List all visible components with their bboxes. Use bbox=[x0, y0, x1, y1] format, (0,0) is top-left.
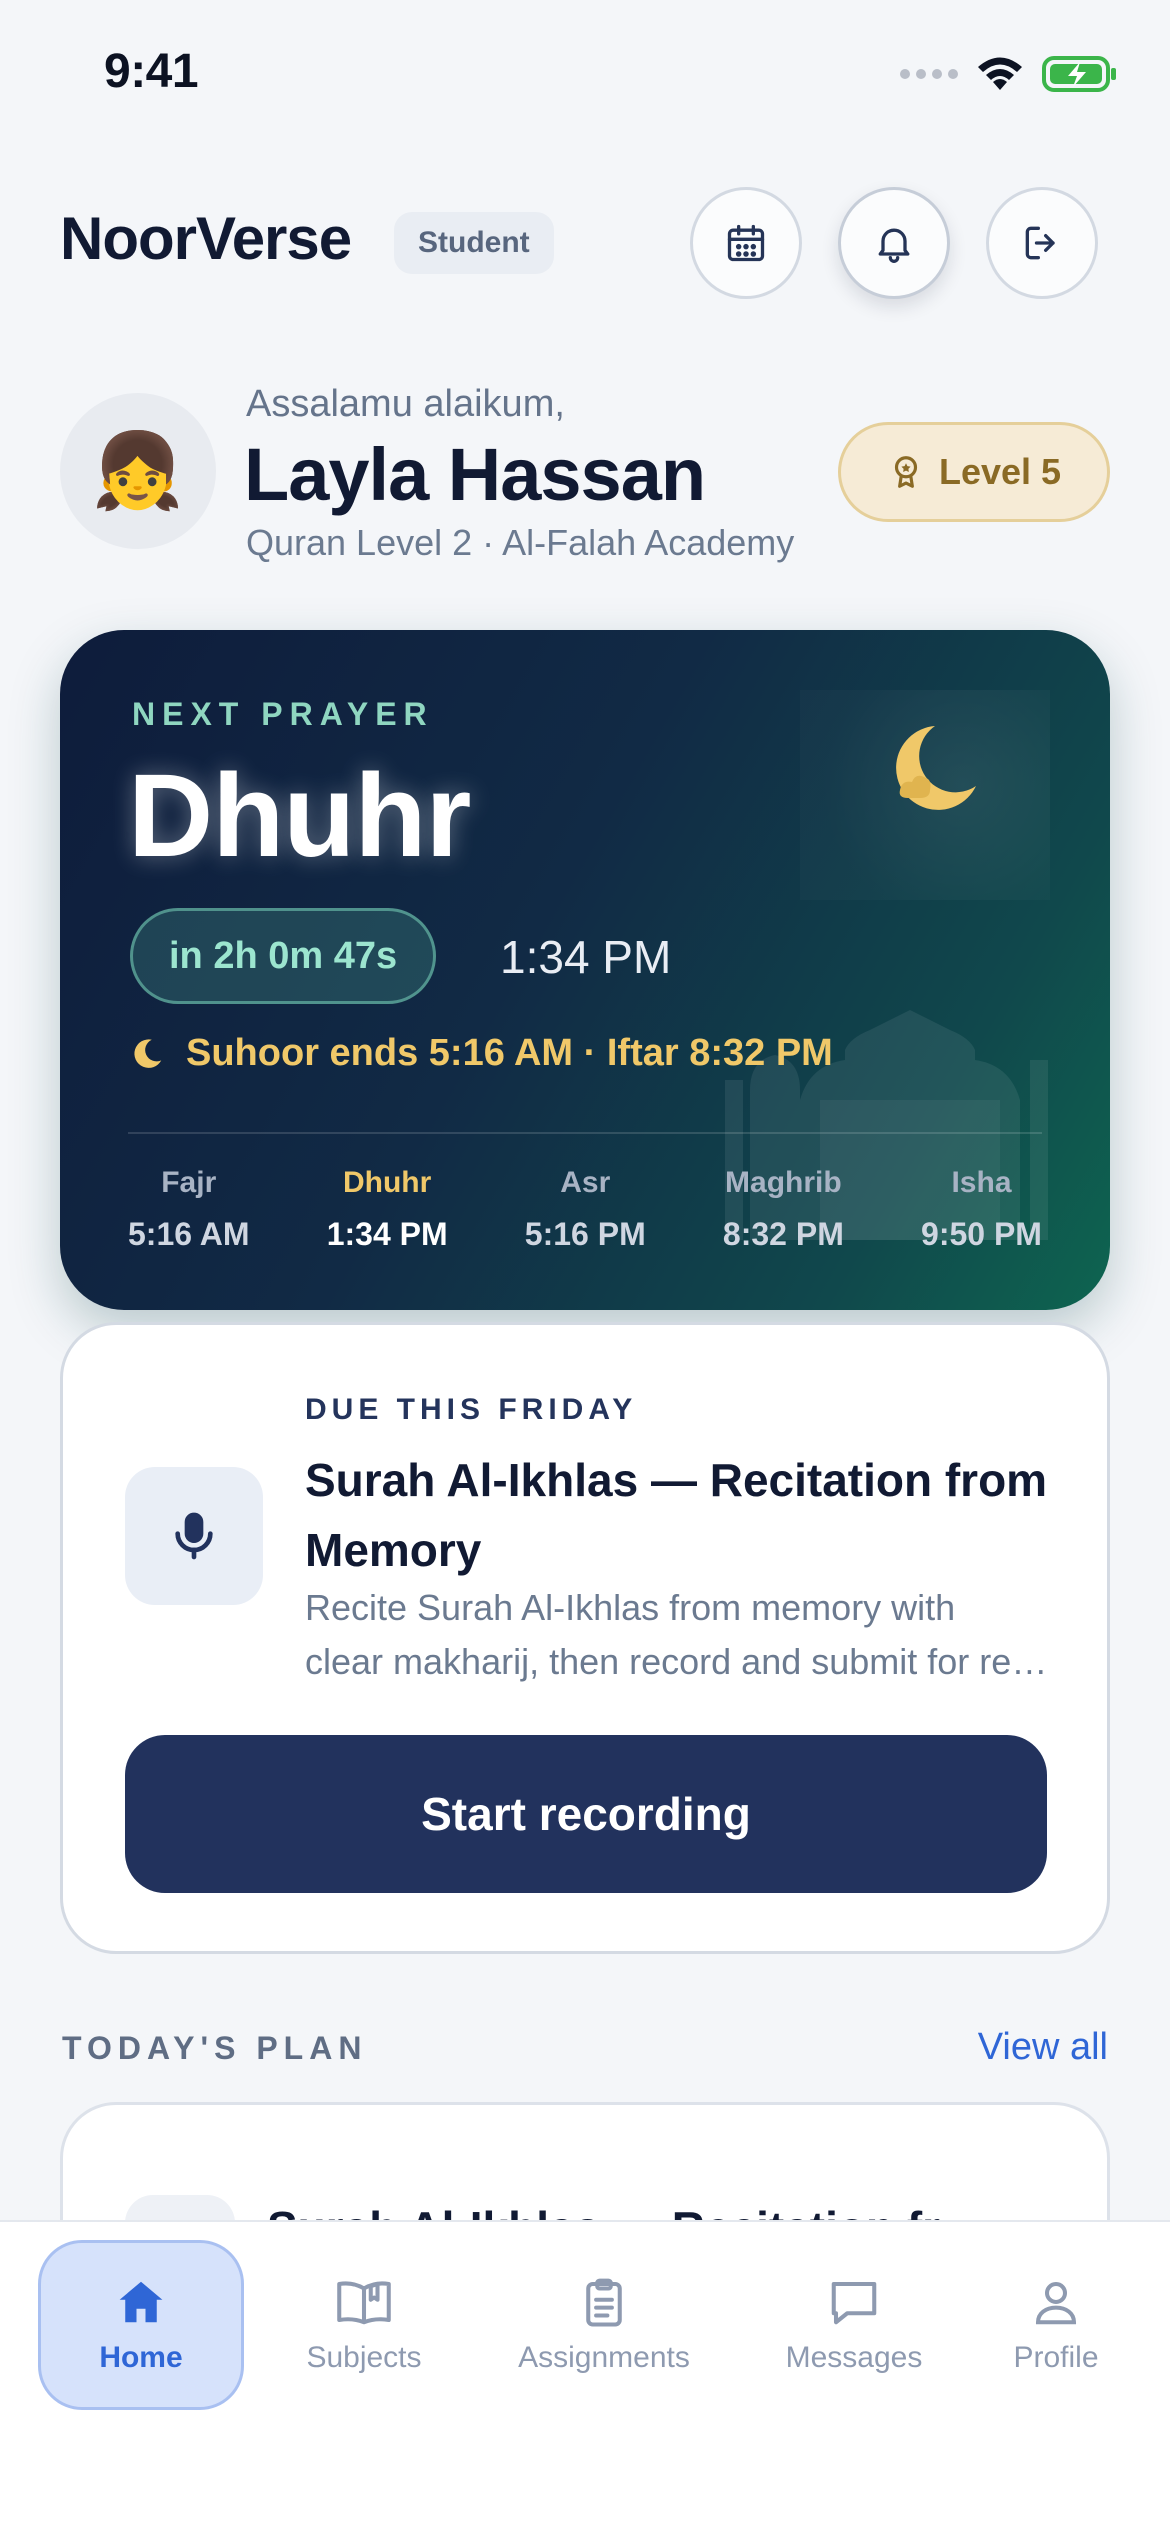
status-indicators bbox=[900, 52, 1118, 96]
tab-messages[interactable]: Messages bbox=[764, 2240, 944, 2410]
tab-label: Assignments bbox=[518, 2341, 690, 2374]
level-label: Level 5 bbox=[938, 451, 1062, 492]
assignment-description-line: clear makharij, then record and submit f… bbox=[305, 1641, 1065, 1682]
role-badge: Student bbox=[394, 212, 554, 274]
book-open-icon bbox=[337, 2281, 391, 2325]
home-icon bbox=[119, 2281, 163, 2323]
prayer-time-value: 5:16 PM bbox=[524, 1216, 646, 1252]
start-recording-button[interactable]: Start recording bbox=[125, 1735, 1047, 1893]
suhoor-iftar-text: Suhoor ends 5:16 AM · Iftar 8:32 PM bbox=[186, 1032, 833, 1074]
logout-icon bbox=[1025, 226, 1055, 260]
prayer-time-value: 1:34 PM bbox=[326, 1216, 448, 1252]
assignment-icon-tile bbox=[125, 1467, 263, 1605]
prayer-times-row: Fajr 5:16 AM Dhuhr 1:34 PM Asr 5:16 PM M… bbox=[128, 1166, 1042, 1253]
user-icon bbox=[1035, 2281, 1077, 2325]
next-prayer-card[interactable]: NEXT PRAYER Dhuhr in 2h 0m 47s 1:34 PM S… bbox=[60, 630, 1110, 1310]
next-prayer-label: NEXT PRAYER bbox=[132, 696, 434, 732]
countdown-pill: in 2h 0m 47s bbox=[130, 908, 437, 1004]
tab-label: Messages bbox=[785, 2341, 923, 2374]
assignment-title: Surah Al-Ikhlas — Recitation from Memory bbox=[305, 1454, 1048, 1576]
wifi-icon bbox=[978, 57, 1022, 90]
assignment-description-line: Recite Surah Al-Ikhlas from memory with bbox=[305, 1587, 956, 1628]
assignment-description: Recite Surah Al-Ikhlas from memory with … bbox=[305, 1581, 1065, 1689]
microphone-icon bbox=[175, 1512, 213, 1560]
tab-label: Profile bbox=[1013, 2341, 1099, 2374]
next-prayer-name: Dhuhr bbox=[128, 750, 471, 882]
prayer-time-value: 9:50 PM bbox=[921, 1216, 1042, 1252]
student-name: Layla Hassan bbox=[244, 433, 706, 516]
tab-assignments[interactable]: Assignments bbox=[496, 2240, 712, 2410]
level-badge[interactable]: Level 5 bbox=[838, 422, 1110, 522]
bell-icon bbox=[878, 228, 910, 263]
suhoor-iftar-info: Suhoor ends 5:16 AM · Iftar 8:32 PM bbox=[128, 1032, 833, 1075]
view-all-link[interactable]: View all bbox=[978, 2026, 1108, 2069]
next-prayer-time: 1:34 PM bbox=[500, 931, 672, 983]
prayer-time-value: 8:32 PM bbox=[722, 1216, 844, 1252]
assignment-card[interactable]: DUE THIS FRIDAY Surah Al-Ikhlas — Recita… bbox=[60, 1322, 1110, 1954]
logout-button[interactable] bbox=[986, 187, 1098, 299]
todays-plan-label: TODAY'S PLAN bbox=[62, 2030, 368, 2066]
prayer-time-name: Fajr bbox=[161, 1166, 217, 1199]
notifications-button[interactable] bbox=[838, 187, 950, 299]
signal-icon bbox=[900, 69, 958, 79]
due-label: DUE THIS FRIDAY bbox=[305, 1393, 638, 1426]
battery-charging-icon bbox=[1042, 56, 1116, 92]
brand-title: NoorVerse bbox=[60, 205, 352, 272]
prayer-time-name: Dhuhr bbox=[342, 1166, 432, 1199]
student-subline: Quran Level 2 · Al-Falah Academy bbox=[246, 522, 795, 563]
tab-subjects[interactable]: Subjects bbox=[282, 2240, 446, 2410]
tab-label: Home bbox=[99, 2341, 183, 2374]
prayer-time-fajr: Fajr 5:16 AM bbox=[128, 1166, 250, 1253]
avatar[interactable]: 👧 bbox=[60, 393, 216, 549]
calendar-icon bbox=[727, 224, 765, 262]
prayer-time-name: Isha bbox=[951, 1166, 1012, 1199]
chat-icon bbox=[831, 2281, 877, 2325]
award-icon bbox=[894, 456, 918, 488]
clipboard-icon bbox=[586, 2278, 622, 2327]
crescent-moon-icon bbox=[896, 726, 976, 810]
status-time: 9:41 bbox=[104, 45, 199, 98]
prayer-time-name: Asr bbox=[560, 1166, 611, 1199]
tab-home[interactable]: Home bbox=[38, 2240, 244, 2410]
prayer-time-asr: Asr 5:16 PM bbox=[525, 1166, 646, 1253]
crescent-icon bbox=[134, 1038, 162, 1068]
tab-label: Subjects bbox=[306, 2341, 422, 2374]
prayer-time-value: 5:16 AM bbox=[128, 1216, 250, 1252]
tab-profile[interactable]: Profile bbox=[986, 2240, 1126, 2410]
divider bbox=[128, 1132, 1042, 1134]
prayer-time-dhuhr: Dhuhr 1:34 PM bbox=[327, 1166, 448, 1253]
greeting-salutation: Assalamu alaikum, bbox=[246, 383, 565, 425]
prayer-time-maghrib: Maghrib 8:32 PM bbox=[723, 1166, 844, 1253]
prayer-time-name: Maghrib bbox=[725, 1166, 842, 1199]
prayer-time-isha: Isha 9:50 PM bbox=[921, 1166, 1042, 1253]
calendar-button[interactable] bbox=[690, 187, 802, 299]
